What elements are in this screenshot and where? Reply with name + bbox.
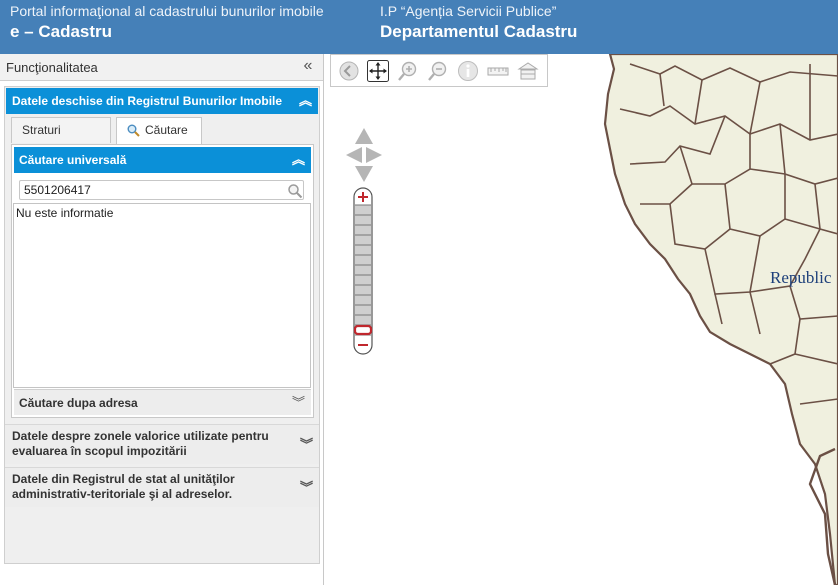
universal-search-header[interactable]: Căutare universală ︽ xyxy=(14,147,311,173)
double-chevron-left-icon[interactable]: « xyxy=(300,58,316,74)
search-input[interactable] xyxy=(19,180,304,200)
pan-down-icon[interactable] xyxy=(355,166,373,182)
open-data-section-header[interactable]: Datele deschise din Registrul Bunurilor … xyxy=(6,88,318,114)
tab-search[interactable]: Căutare xyxy=(116,117,202,144)
app-header: Portal informaţional al cadastrului bunu… xyxy=(0,0,838,54)
tab-search-label: Căutare xyxy=(145,123,188,137)
pan-icon[interactable] xyxy=(367,60,389,82)
valuation-zones-title-line1: Datele despre zonele valorice utilizate … xyxy=(12,429,269,443)
info-icon[interactable] xyxy=(457,60,479,82)
double-chevron-up-icon[interactable]: ︽ xyxy=(299,94,312,107)
search-tabs: Straturi grafice Căutare xyxy=(11,117,313,162)
map-regions xyxy=(603,54,838,585)
search-icon xyxy=(127,124,140,137)
zoom-slider-track xyxy=(353,187,373,355)
search-results: Nu este informatie xyxy=(13,203,311,388)
sidebar-header: Funcţionalitatea « xyxy=(0,54,323,81)
address-registry-title-line2: administrativ-teritoriale şi al adreselo… xyxy=(12,487,233,501)
pan-left-icon[interactable] xyxy=(346,147,362,163)
search-icon[interactable] xyxy=(287,183,303,199)
zoom-slider-thumb[interactable] xyxy=(353,324,373,336)
pan-right-icon[interactable] xyxy=(366,147,382,163)
map-canvas[interactable] xyxy=(330,54,838,585)
valuation-zones-section-header[interactable]: Datele despre zonele valorice utilizate … xyxy=(5,424,319,464)
country-label: Republic xyxy=(770,268,832,287)
double-chevron-down-icon[interactable]: ︾ xyxy=(300,481,313,494)
functionality-sidebar: Funcţionalitatea « Datele deschise din R… xyxy=(0,54,324,585)
full-extent-icon[interactable] xyxy=(517,60,539,82)
pan-control xyxy=(346,128,382,182)
tab-layers[interactable]: Straturi grafice xyxy=(11,117,111,162)
address-registry-title-line1: Datele din Registrul de stat al unităţil… xyxy=(12,472,235,486)
no-results-text: Nu este informatie xyxy=(16,206,114,220)
double-chevron-down-icon[interactable]: ︾ xyxy=(300,438,313,451)
address-registry-section-header[interactable]: Datele din Registrul de stat al unităţil… xyxy=(5,467,319,507)
zoom-in-icon[interactable] xyxy=(397,60,419,82)
department-title: Departamentul Cadastru xyxy=(380,22,578,41)
zoom-out-icon[interactable] xyxy=(427,60,449,82)
app-title: e – Cadastru xyxy=(10,22,113,41)
back-icon[interactable] xyxy=(338,60,360,82)
data-accordion: Datele deschise din Registrul Bunurilor … xyxy=(4,86,320,564)
open-data-section-title: Datele deschise din Registrul Bunurilor … xyxy=(12,94,283,108)
universal-search-title: Căutare universală xyxy=(19,153,127,167)
sidebar-title: Funcţionalitatea xyxy=(6,60,98,75)
org-subtitle: I.P “Agenția Servicii Publice” xyxy=(380,3,557,19)
double-chevron-up-icon[interactable]: ︽ xyxy=(292,153,305,166)
address-search-title: Căutare dupa adresa xyxy=(19,396,138,410)
zoom-slider[interactable] xyxy=(353,187,373,355)
measure-icon[interactable] xyxy=(487,60,509,82)
valuation-zones-title-line2: evaluarea în scopul impozitării xyxy=(12,444,187,458)
map-toolbar xyxy=(330,54,548,87)
portal-subtitle: Portal informaţional al cadastrului bunu… xyxy=(10,3,324,19)
address-search-header[interactable]: Căutare dupa adresa ︾ xyxy=(14,389,311,415)
pan-up-icon[interactable] xyxy=(355,128,373,144)
double-chevron-down-icon[interactable]: ︾ xyxy=(292,396,305,409)
